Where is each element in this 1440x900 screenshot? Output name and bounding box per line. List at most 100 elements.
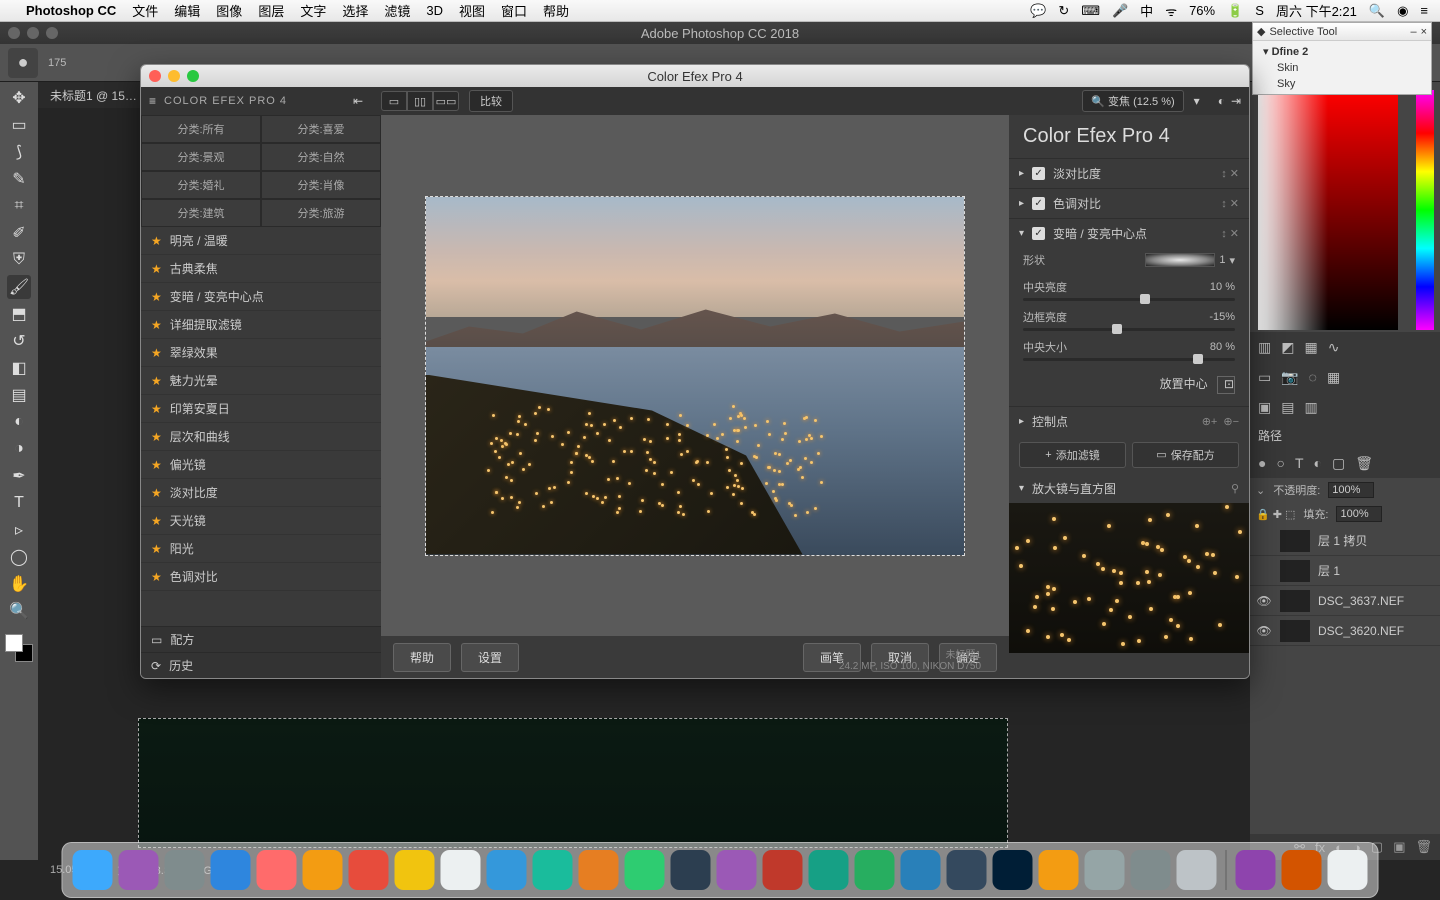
section-header[interactable]: ▸ ✓ 淡对比度 ↕ ✕	[1009, 159, 1249, 188]
checkbox[interactable]: ✓	[1032, 197, 1045, 210]
category[interactable]: 分类:旅游	[261, 199, 381, 227]
menu-text[interactable]: 文字	[300, 1, 326, 20]
fill-input[interactable]	[1336, 506, 1382, 522]
adj-icon[interactable]: ◩	[1281, 339, 1294, 356]
text-path-icon[interactable]: T	[1295, 455, 1304, 471]
star-icon[interactable]: ★	[151, 318, 162, 332]
dock-app[interactable]	[165, 850, 205, 890]
layer-row[interactable]: 层 1 拷贝	[1250, 526, 1440, 556]
dock-app[interactable]	[395, 850, 435, 890]
section-tools[interactable]: ↕ ✕	[1221, 167, 1239, 180]
gradient-tool[interactable]: ▤	[7, 383, 31, 407]
close-button[interactable]	[149, 70, 161, 82]
channels-icon[interactable]: ▦	[1304, 339, 1317, 356]
fill-path-icon[interactable]: ●	[1258, 455, 1266, 471]
visibility-icon[interactable]: 👁	[1256, 594, 1272, 608]
star-icon[interactable]: ★	[151, 486, 162, 500]
dock-app[interactable]	[579, 850, 619, 890]
brush-tool[interactable]: 🖌	[7, 275, 31, 299]
mask-path-icon[interactable]: ◐	[1314, 455, 1322, 471]
eyedropper-tool[interactable]: ✐	[7, 221, 31, 245]
category[interactable]: 分类:喜爱	[261, 115, 381, 143]
dock-app[interactable]	[809, 850, 849, 890]
menu-filter[interactable]: 滤镜	[384, 1, 410, 20]
filter-item[interactable]: ★明亮 / 温暖	[141, 227, 381, 255]
settings-button[interactable]: 设置	[461, 643, 519, 672]
section-header[interactable]: ▸ ✓ 色调对比 ↕ ✕	[1009, 189, 1249, 218]
ps-traffic-lights[interactable]	[8, 27, 58, 39]
collapse-icon[interactable]: ⇤	[353, 94, 363, 108]
clock[interactable]: 周六 下午2:21	[1276, 1, 1357, 20]
dock-app[interactable]	[441, 850, 481, 890]
type-tool[interactable]: T	[7, 491, 31, 515]
checkbox[interactable]: ✓	[1032, 167, 1045, 180]
history-tab[interactable]: ⟳ 历史	[141, 652, 381, 678]
status-icon[interactable]: S	[1255, 3, 1264, 18]
layer-row[interactable]: 👁DSC_3620.NEF	[1250, 616, 1440, 646]
stroke-path-icon[interactable]: ○	[1276, 455, 1284, 471]
center-brightness-slider[interactable]	[1023, 298, 1235, 301]
dock-app[interactable]	[717, 850, 757, 890]
dock-app[interactable]	[119, 850, 159, 890]
graph-icon[interactable]: ∿	[1328, 339, 1340, 356]
filter-list[interactable]: ★明亮 / 温暖★古典柔焦★变暗 / 变亮中心点★详细提取滤镜★翠绿效果★魅力光…	[141, 227, 381, 626]
stamp-tool[interactable]: ⬒	[7, 302, 31, 326]
wechat-icon[interactable]: 💬	[1030, 3, 1046, 19]
dock-app[interactable]	[1131, 850, 1171, 890]
bg-icon[interactable]: ◐	[1218, 94, 1225, 108]
cep-titlebar[interactable]: Color Efex Pro 4	[141, 65, 1249, 87]
maximize-button[interactable]	[187, 70, 199, 82]
filter-item[interactable]: ★魅力光晕	[141, 367, 381, 395]
filter-item[interactable]: ★层次和曲线	[141, 423, 381, 451]
move-tool[interactable]: ✥	[7, 86, 31, 110]
filter-item[interactable]: ★淡对比度	[141, 479, 381, 507]
star-icon[interactable]: ★	[151, 374, 162, 388]
filter-item[interactable]: ★色调对比	[141, 563, 381, 591]
menu-icon[interactable]: ≡	[149, 94, 156, 108]
dock-app[interactable]	[625, 850, 665, 890]
menu-edit[interactable]: 编辑	[174, 1, 200, 20]
border-brightness-slider[interactable]	[1023, 328, 1235, 331]
filter-item[interactable]: ★翠绿效果	[141, 339, 381, 367]
add-minus-cp-icon[interactable]: ⊕−	[1223, 415, 1239, 428]
menu-3d[interactable]: 3D	[426, 3, 443, 18]
save-recipe-button[interactable]: ▭ 保存配方	[1132, 442, 1239, 468]
dock-app[interactable]	[303, 850, 343, 890]
pen-tool[interactable]: ✒	[7, 464, 31, 488]
menu-image[interactable]: 图像	[216, 1, 242, 20]
app-name[interactable]: Photoshop CC	[26, 3, 116, 18]
zoom-arrow-icon[interactable]: ▾	[1194, 94, 1200, 108]
preview-image[interactable]	[425, 196, 965, 556]
new-layer-icon[interactable]: ▣	[1393, 839, 1405, 855]
lock-icons[interactable]: 🔒 ✚ ⬚	[1256, 508, 1295, 521]
grid-icon[interactable]: ▦	[1327, 369, 1340, 386]
compare-button[interactable]: 比较	[469, 90, 513, 112]
dock-app[interactable]	[671, 850, 711, 890]
mask3-icon[interactable]: ▥	[1304, 399, 1317, 416]
filter-item[interactable]: ★偏光镜	[141, 451, 381, 479]
dock-app[interactable]	[487, 850, 527, 890]
star-icon[interactable]: ★	[151, 402, 162, 416]
category[interactable]: 分类:景观	[141, 143, 261, 171]
menu-window[interactable]: 窗口	[501, 1, 527, 20]
menu-view[interactable]: 视图	[459, 1, 485, 20]
paths-tab[interactable]: 路径	[1250, 422, 1440, 448]
category[interactable]: 分类:所有	[141, 115, 261, 143]
menu-file[interactable]: 文件	[132, 1, 158, 20]
recipe-tab[interactable]: ▭ 配方	[141, 626, 381, 652]
star-icon[interactable]: ★	[151, 346, 162, 360]
category[interactable]: 分类:肖像	[261, 171, 381, 199]
mask-icon[interactable]: ▣	[1258, 399, 1271, 416]
zoom-dropdown[interactable]: 🔍 变焦 (12.5 %)	[1082, 90, 1183, 112]
keyboard-icon[interactable]: ⌨	[1081, 3, 1100, 19]
color-field[interactable]	[1258, 90, 1398, 330]
filter-item[interactable]: ★详细提取滤镜	[141, 311, 381, 339]
dock-app[interactable]	[901, 850, 941, 890]
camera-icon[interactable]: 📷	[1281, 369, 1298, 386]
marquee-tool[interactable]: ▭	[7, 113, 31, 137]
section-tools[interactable]: ↕ ✕	[1221, 197, 1239, 210]
wifi-icon[interactable]: ᯤ	[1165, 2, 1177, 20]
selective-item[interactable]: Skin	[1257, 60, 1427, 76]
star-icon[interactable]: ★	[151, 458, 162, 472]
color-panel[interactable]	[1250, 82, 1440, 332]
